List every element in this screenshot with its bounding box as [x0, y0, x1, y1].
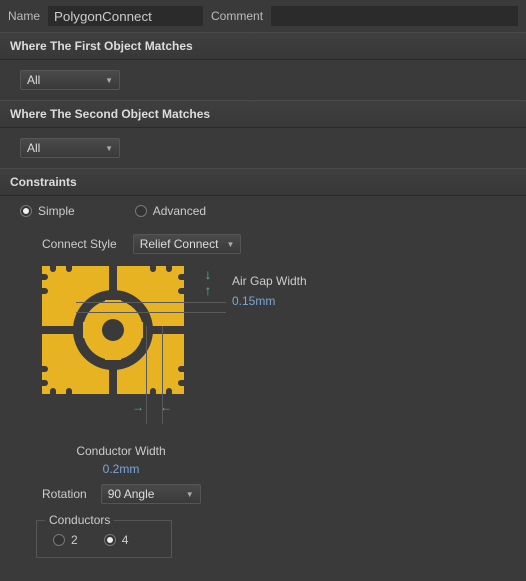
mode-advanced-radio[interactable]: Advanced — [135, 204, 206, 218]
rotation-select[interactable]: 90 Angle ▼ — [101, 484, 201, 504]
second-object-match-value: All — [27, 141, 40, 155]
air-gap-width-value[interactable]: 0.15mm — [232, 294, 307, 308]
name-label: Name — [8, 9, 40, 23]
connect-style-select[interactable]: Relief Connect ▼ — [133, 234, 242, 254]
chevron-down-icon: ▼ — [105, 144, 113, 153]
rotation-label: Rotation — [42, 487, 87, 501]
chevron-down-icon: ▼ — [186, 490, 194, 499]
radio-dot-icon — [104, 534, 116, 546]
conductors-legend: Conductors — [45, 513, 114, 527]
radio-dot-icon — [135, 205, 147, 217]
radio-dot-icon — [20, 205, 32, 217]
comment-label: Comment — [211, 9, 263, 23]
conductors-group: Conductors 2 4 — [36, 520, 172, 558]
conductor-width-value[interactable]: 0.2mm — [42, 462, 200, 476]
conductors-4-label: 4 — [122, 533, 129, 547]
conductors-2-label: 2 — [71, 533, 78, 547]
section-header-second-object: Where The Second Object Matches — [0, 100, 526, 128]
section-header-first-object: Where The First Object Matches — [0, 32, 526, 60]
connect-style-value: Relief Connect — [140, 237, 219, 251]
rotation-value: 90 Angle — [108, 487, 155, 501]
chevron-down-icon: ▼ — [226, 240, 234, 249]
conductors-4-radio[interactable]: 4 — [104, 533, 129, 547]
mode-advanced-label: Advanced — [153, 204, 206, 218]
chevron-down-icon: ▼ — [105, 76, 113, 85]
first-object-match-value: All — [27, 73, 40, 87]
radio-dot-icon — [53, 534, 65, 546]
conductor-width-label: Conductor Width — [42, 444, 200, 458]
air-gap-dimension-arrow: ↓ ↑ — [200, 266, 216, 298]
name-input[interactable] — [48, 6, 203, 26]
mode-simple-label: Simple — [38, 204, 75, 218]
second-object-match-select[interactable]: All ▼ — [20, 138, 120, 158]
section-header-constraints: Constraints — [0, 168, 526, 196]
conductor-width-dimension-arrow: → ← — [0, 400, 526, 414]
first-object-match-select[interactable]: All ▼ — [20, 70, 120, 90]
conductors-2-radio[interactable]: 2 — [53, 533, 78, 547]
air-gap-width-label: Air Gap Width — [232, 274, 307, 288]
comment-input[interactable] — [271, 6, 518, 26]
connect-style-label: Connect Style — [42, 237, 117, 251]
mode-simple-radio[interactable]: Simple — [20, 204, 75, 218]
